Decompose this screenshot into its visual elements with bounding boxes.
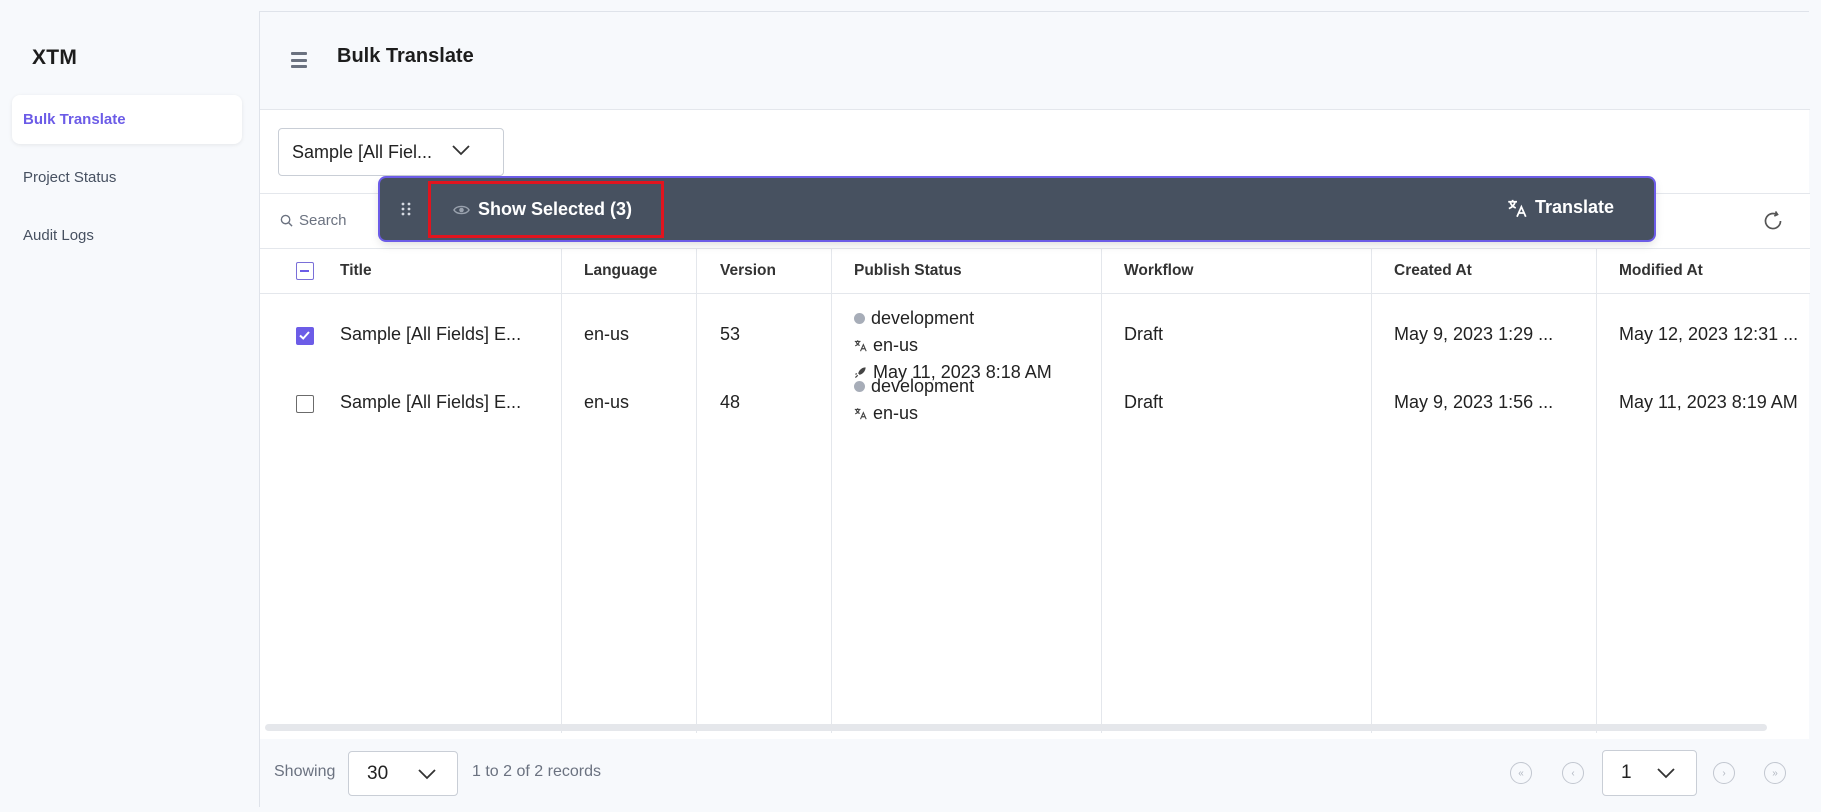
cell-modified-at: May 11, 2023 8:19 AM [1619, 392, 1798, 412]
column-header-created-at[interactable]: Created At [1394, 262, 1472, 280]
publish-environment: development [854, 308, 974, 329]
publish-locale-text: en-us [873, 403, 919, 423]
table-row[interactable]: Sample [All Fields] E... en-us 48 develo… [260, 363, 1810, 431]
previous-page-icon[interactable]: ‹ [1562, 762, 1584, 784]
status-dot-icon [854, 381, 865, 392]
table-header: Title Language Version Publish Status Wo… [260, 249, 1810, 294]
cell-title[interactable]: Sample [All Fields] E... [340, 392, 521, 413]
table-row[interactable]: Sample [All Fields] E... en-us 53 develo… [260, 295, 1810, 382]
row-checkbox[interactable] [296, 327, 314, 345]
page-header: Bulk Translate [260, 12, 1810, 110]
select-all-checkbox[interactable] [296, 262, 314, 280]
chevron-down-icon [452, 145, 470, 156]
cell-created-at: May 9, 2023 1:29 ... [1394, 324, 1554, 344]
column-header-modified-at[interactable]: Modified At [1619, 262, 1703, 280]
first-page-icon[interactable]: « [1510, 762, 1532, 784]
sidebar-item-project-status[interactable]: Project Status [12, 153, 242, 202]
app-logo: XTM [32, 46, 78, 69]
cell-created-at: May 9, 2023 1:56 ... [1394, 392, 1554, 412]
translate-icon [854, 340, 867, 352]
cell-language: en-us [584, 392, 630, 412]
cell-version: 53 [720, 324, 741, 344]
cell-title[interactable]: Sample [All Fields] E... [340, 324, 521, 345]
translate-icon [1508, 199, 1527, 217]
cell-version: 48 [720, 392, 741, 412]
cell-workflow: Draft [1124, 324, 1164, 344]
checkmark-icon [299, 331, 310, 340]
showing-label: Showing [274, 763, 336, 780]
current-page: 1 [1621, 762, 1632, 783]
drag-handle-icon[interactable] [400, 201, 412, 217]
publish-locale: en-us [854, 335, 918, 356]
show-selected-label: Show Selected (3) [478, 199, 633, 219]
next-page-icon[interactable]: › [1713, 762, 1735, 784]
eye-icon [453, 205, 470, 214]
cell-language: en-us [584, 324, 630, 344]
column-header-version[interactable]: Version [720, 262, 776, 280]
chevron-down-icon [1657, 768, 1675, 779]
publish-env-text: development [871, 308, 975, 328]
last-page-icon[interactable]: » [1764, 762, 1786, 784]
chevron-down-icon [418, 769, 436, 780]
pagination-footer: Showing 30 1 to 2 of 2 records « ‹ 1 › » [260, 739, 1810, 808]
publish-env-text: development [871, 376, 975, 396]
sidebar-item-audit-logs[interactable]: Audit Logs [12, 211, 242, 260]
sidebar-item-bulk-translate[interactable]: Bulk Translate [12, 95, 242, 144]
search-placeholder: Search [299, 212, 347, 229]
publish-locale: en-us [854, 403, 918, 424]
page-size-select[interactable]: 30 [348, 751, 458, 796]
cell-workflow: Draft [1124, 392, 1164, 412]
search-input[interactable]: Search [280, 212, 347, 229]
translate-label: Translate [1534, 197, 1614, 217]
sidebar: XTM Bulk Translate Project Status Audit … [0, 0, 259, 812]
selection-action-bar: Show Selected (3) Translate [380, 178, 1654, 240]
records-count: 1 to 2 of 2 records [472, 763, 601, 780]
page-number-select[interactable]: 1 [1602, 750, 1697, 796]
column-header-title[interactable]: Title [340, 262, 372, 280]
main-panel: Bulk Translate Sample [All Fiel... Searc… [259, 11, 1810, 808]
publish-locale-text: en-us [873, 335, 919, 355]
horizontal-scrollbar[interactable] [265, 724, 1767, 731]
translate-button[interactable]: Translate [1507, 197, 1614, 218]
translate-icon [854, 408, 867, 420]
entry-select[interactable]: Sample [All Fiel... [278, 128, 504, 176]
refresh-icon[interactable] [1762, 210, 1784, 232]
column-header-language[interactable]: Language [584, 262, 657, 280]
menu-icon[interactable] [291, 52, 307, 68]
search-icon [280, 214, 293, 227]
publish-environment: development [854, 376, 974, 397]
page-title: Bulk Translate [337, 45, 474, 67]
status-dot-icon [854, 313, 865, 324]
show-selected-button[interactable]: Show Selected (3) [428, 181, 664, 238]
column-header-workflow[interactable]: Workflow [1124, 262, 1193, 280]
column-header-publish-status[interactable]: Publish Status [854, 262, 962, 280]
entry-select-value: Sample [All Fiel... [292, 141, 433, 162]
page-size-value: 30 [367, 762, 389, 784]
cell-modified-at: May 12, 2023 12:31 ... [1619, 324, 1799, 344]
row-checkbox[interactable] [296, 395, 314, 413]
